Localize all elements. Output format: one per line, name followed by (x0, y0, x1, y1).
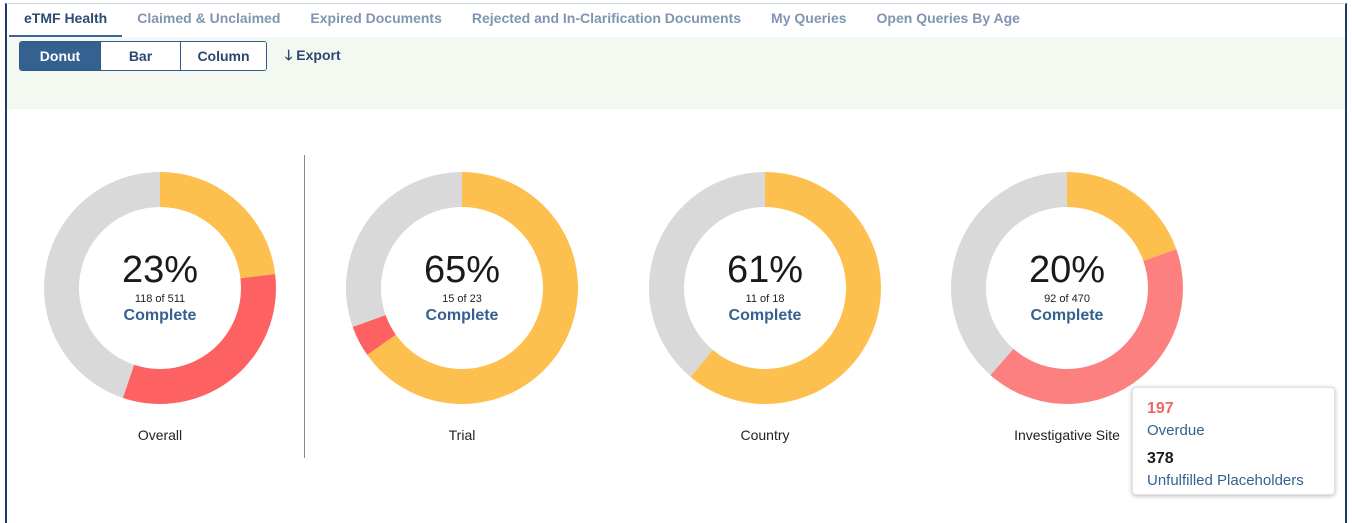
donut-fraction: 15 of 23 (442, 293, 482, 305)
donut-fraction: 92 of 470 (1044, 293, 1090, 305)
tooltip-unfulfilled-label: Unfulfilled Placeholders (1147, 472, 1304, 489)
donut-label-overall: Overall (137, 427, 183, 443)
donut-label-trial: Trial (448, 427, 476, 443)
tooltip-overdue-count: 197 (1147, 400, 1174, 417)
column-button[interactable]: Column (180, 42, 266, 70)
divider (304, 155, 305, 458)
donut-overall[interactable]: 23% 118 of 511 Complete (42, 170, 278, 406)
tooltip-overdue-label: Overdue (1147, 422, 1205, 439)
donut-label-country: Country (740, 427, 790, 443)
tab-expired-documents[interactable]: Expired Documents (295, 4, 456, 38)
tab-claimed-unclaimed[interactable]: Claimed & Unclaimed (122, 4, 295, 38)
donut-fraction: 11 of 18 (745, 293, 785, 305)
export-button[interactable]: 🡓 Export (285, 45, 341, 69)
donut-country[interactable]: 61% 11 of 18 Complete (647, 170, 883, 406)
donut-status: Complete (425, 307, 499, 324)
donut-tooltip: 197 Overdue 378 Unfulfilled Placeholders (1132, 387, 1335, 495)
tab-my-queries[interactable]: My Queries (756, 4, 861, 38)
donut-fraction: 118 of 511 (134, 293, 186, 305)
donut-status: Complete (1030, 307, 1104, 324)
donut-button[interactable]: Donut (20, 42, 100, 70)
chart-type-toggle: Donut Bar Column (19, 41, 267, 71)
donut-status: Complete (123, 307, 197, 324)
donut-investigative-site[interactable]: 20% 92 of 470 Complete (949, 170, 1185, 406)
tab-rejected-in-clarification[interactable]: Rejected and In-Clarification Documents (457, 4, 756, 38)
donut-percent: 20% (1028, 249, 1106, 291)
tab-open-queries-by-age[interactable]: Open Queries By Age (862, 4, 1035, 38)
donut-percent: 61% (726, 249, 804, 291)
bar-button[interactable]: Bar (100, 42, 180, 70)
donut-trial[interactable]: 65% 15 of 23 Complete (344, 170, 580, 406)
arrow-down-icon: 🡓 (285, 47, 293, 63)
tooltip-unfulfilled-count: 378 (1147, 450, 1174, 467)
donut-percent: 23% (121, 249, 199, 291)
tab-etmf-health[interactable]: eTMF Health (9, 4, 123, 38)
donut-percent: 65% (423, 249, 501, 291)
donut-status: Complete (728, 307, 802, 324)
tab-bar: eTMF Health Claimed & Unclaimed Expired … (9, 4, 1035, 38)
export-label: Export (296, 47, 341, 63)
